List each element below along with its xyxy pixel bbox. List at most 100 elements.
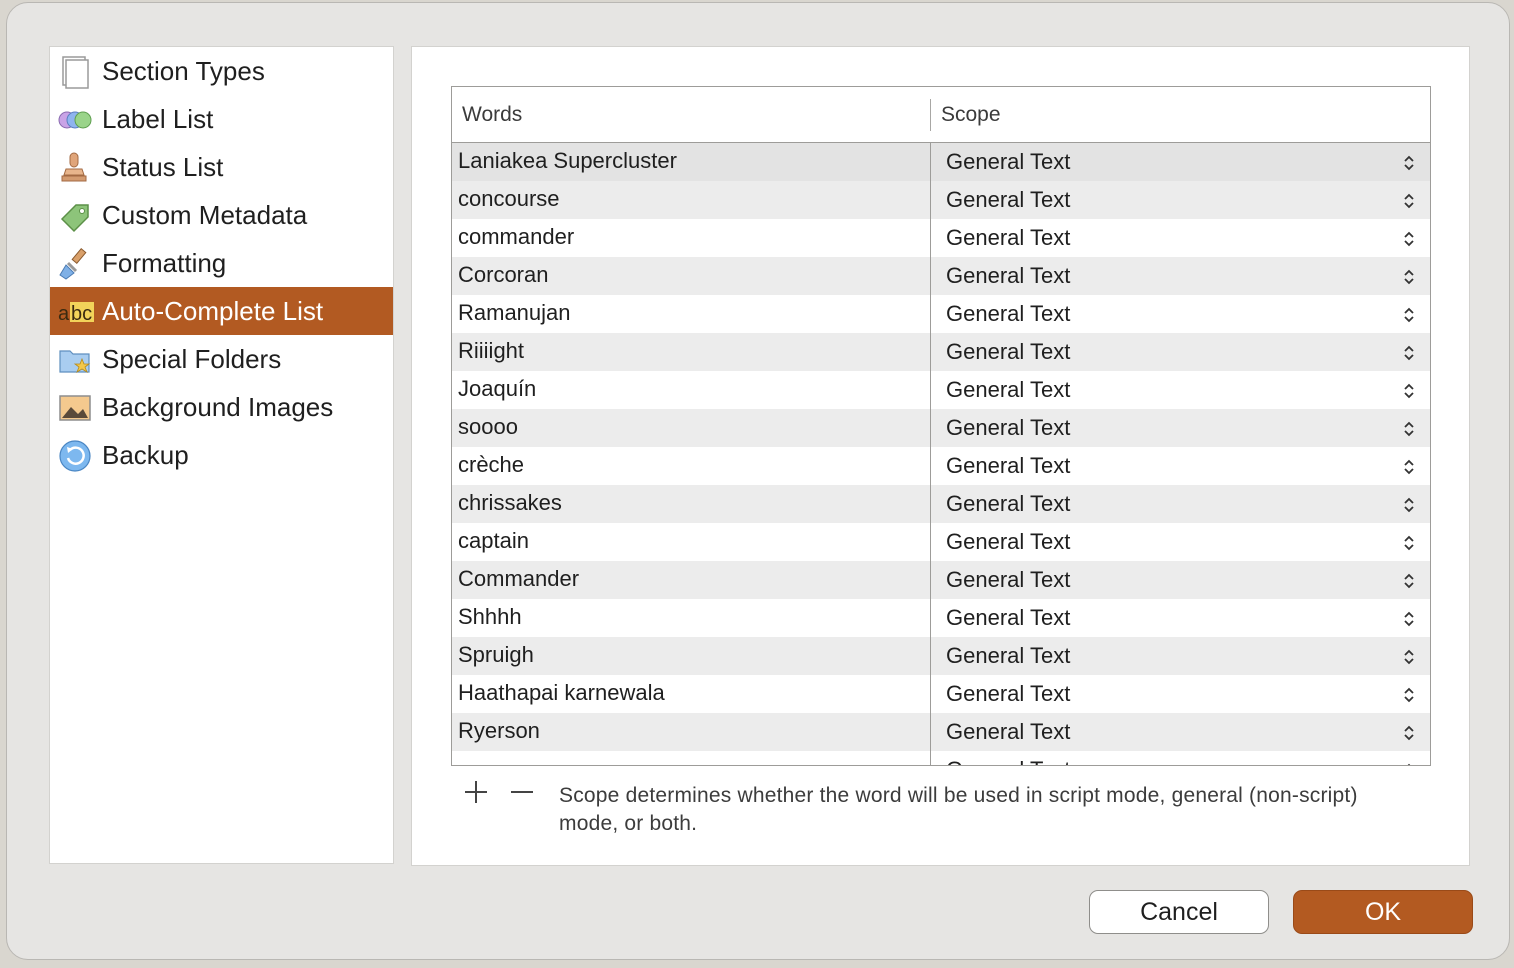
auto-complete-panel: Words Scope Laniakea Supercluster General… <box>411 46 1470 866</box>
table-row[interactable]: Commander General Text <box>452 561 1430 599</box>
chevron-updown-icon[interactable] <box>1402 229 1416 249</box>
sidebar-item-label: Custom Metadata <box>102 200 308 230</box>
table-row[interactable]: chrissakes General Text <box>452 485 1430 523</box>
scope-select[interactable]: General Text <box>946 376 1070 404</box>
svg-text:a: a <box>58 303 70 325</box>
table-row[interactable]: Corcoran General Text <box>452 257 1430 295</box>
table-row[interactable]: Joaquín General Text <box>452 371 1430 409</box>
word-cell[interactable]: soooo <box>458 413 518 441</box>
image-icon <box>58 391 92 425</box>
chevron-updown-icon[interactable] <box>1402 343 1416 363</box>
table-row[interactable]: crèche General Text <box>452 447 1430 485</box>
chevron-updown-icon[interactable] <box>1402 685 1416 705</box>
scope-select[interactable]: General Text <box>946 186 1070 214</box>
sidebar-item-section-types[interactable]: Section Types <box>50 47 393 95</box>
table-row[interactable]: Haathapai karnewala General Text <box>452 675 1430 713</box>
scope-select[interactable]: General Text <box>946 148 1070 176</box>
chevron-updown-icon[interactable] <box>1402 761 1416 766</box>
word-cell[interactable]: Laniakea Supercluster <box>458 147 677 175</box>
folder-star-icon <box>58 343 92 377</box>
word-cell[interactable]: Commander <box>458 565 579 593</box>
column-divider-line <box>930 143 931 765</box>
chevron-updown-icon[interactable] <box>1402 533 1416 553</box>
word-cell[interactable]: Corcoran <box>458 261 548 289</box>
word-cell[interactable]: Spruigh <box>458 641 534 669</box>
cancel-button[interactable]: Cancel <box>1089 890 1269 934</box>
scope-help-text: Scope determines whether the word will b… <box>559 784 1358 835</box>
chevron-updown-icon[interactable] <box>1402 495 1416 515</box>
scope-select[interactable]: General Text <box>946 414 1070 442</box>
auto-complete-table[interactable]: Words Scope Laniakea Supercluster General… <box>451 86 1431 766</box>
table-row[interactable]: Laniakea Supercluster General Text <box>452 143 1430 181</box>
scope-select[interactable]: General Text <box>946 224 1070 252</box>
sidebar-item-background-images[interactable]: Background Images <box>50 383 393 431</box>
svg-text:bc: bc <box>71 303 92 325</box>
add-word-button[interactable] <box>458 774 494 810</box>
word-cell[interactable]: commander <box>458 223 574 251</box>
chevron-updown-icon[interactable] <box>1402 381 1416 401</box>
chevron-updown-icon[interactable] <box>1402 419 1416 439</box>
scope-select[interactable]: General Text <box>946 642 1070 670</box>
chevron-updown-icon[interactable] <box>1402 723 1416 743</box>
chevron-updown-icon[interactable] <box>1402 153 1416 173</box>
sidebar-item-formatting[interactable]: Formatting <box>50 239 393 287</box>
abc-icon: a bc <box>58 295 94 329</box>
table-row[interactable]: Ryerson General Text <box>452 713 1430 751</box>
word-cell[interactable]: Haathapai karnewala <box>458 679 665 707</box>
chevron-updown-icon[interactable] <box>1402 609 1416 629</box>
table-row[interactable]: captain General Text <box>452 523 1430 561</box>
tag-icon <box>58 199 92 233</box>
sidebar-item-custom-metadata[interactable]: Custom Metadata <box>50 191 393 239</box>
backup-icon <box>58 439 92 473</box>
plus-icon <box>465 781 487 803</box>
word-cell[interactable]: captain <box>458 527 529 555</box>
scope-select[interactable]: General Text <box>946 528 1070 556</box>
scope-select[interactable]: General Text <box>946 452 1070 480</box>
column-header-scope[interactable]: Scope <box>941 101 1001 129</box>
sidebar-item-status-list[interactable]: Status List <box>50 143 393 191</box>
word-cell[interactable]: Shhhh <box>458 603 522 631</box>
sidebar-item-backup[interactable]: Backup <box>50 431 393 479</box>
word-cell[interactable]: crèche <box>458 451 524 479</box>
word-cell[interactable]: Riiiight <box>458 337 524 365</box>
sidebar-item-label: Label List <box>102 104 214 134</box>
minus-icon <box>511 791 533 793</box>
chevron-updown-icon[interactable] <box>1402 305 1416 325</box>
word-cell[interactable]: Ryerson <box>458 717 540 745</box>
scope-select[interactable]: General Text <box>946 566 1070 594</box>
scope-select[interactable]: General Text <box>946 262 1070 290</box>
table-row[interactable]: commander General Text <box>452 219 1430 257</box>
chevron-updown-icon[interactable] <box>1402 571 1416 591</box>
scope-select[interactable]: General Text <box>946 604 1070 632</box>
table-row[interactable]: Riiiight General Text <box>452 333 1430 371</box>
table-row[interactable]: Spruigh General Text <box>452 637 1430 675</box>
chevron-updown-icon[interactable] <box>1402 267 1416 287</box>
scope-select[interactable]: General Text <box>946 756 1070 765</box>
word-cell[interactable]: concourse <box>458 185 560 213</box>
table-row[interactable]: Ramanujan General Text <box>452 295 1430 333</box>
sidebar-item-label: Backup <box>102 440 189 470</box>
word-cell[interactable]: Joaquín <box>458 375 536 403</box>
sidebar-item-label-list[interactable]: Label List <box>50 95 393 143</box>
sidebar-item-special-folders[interactable]: Special Folders <box>50 335 393 383</box>
sidebar-item-label: Formatting <box>102 248 227 278</box>
scope-select[interactable]: General Text <box>946 680 1070 708</box>
table-row[interactable]: concourse General Text <box>452 181 1430 219</box>
remove-word-button[interactable] <box>504 774 540 810</box>
sidebar-item-auto-complete-list[interactable]: a bc Auto-Complete List <box>50 287 393 335</box>
chevron-updown-icon[interactable] <box>1402 457 1416 477</box>
word-cell[interactable]: chrissakes <box>458 489 562 517</box>
scope-select[interactable]: General Text <box>946 718 1070 746</box>
ok-button[interactable]: OK <box>1293 890 1473 934</box>
scope-select[interactable]: General Text <box>946 300 1070 328</box>
scope-select[interactable]: General Text <box>946 338 1070 366</box>
column-header-words[interactable]: Words <box>462 101 522 129</box>
scope-select[interactable]: General Text <box>946 490 1070 518</box>
chevron-updown-icon[interactable] <box>1402 191 1416 211</box>
sidebar-item-label: Section Types <box>102 56 265 86</box>
chevron-updown-icon[interactable] <box>1402 647 1416 667</box>
table-row[interactable]: soooo General Text <box>452 409 1430 447</box>
table-row[interactable]: General Text <box>452 751 1430 766</box>
word-cell[interactable]: Ramanujan <box>458 299 571 327</box>
table-row[interactable]: Shhhh General Text <box>452 599 1430 637</box>
